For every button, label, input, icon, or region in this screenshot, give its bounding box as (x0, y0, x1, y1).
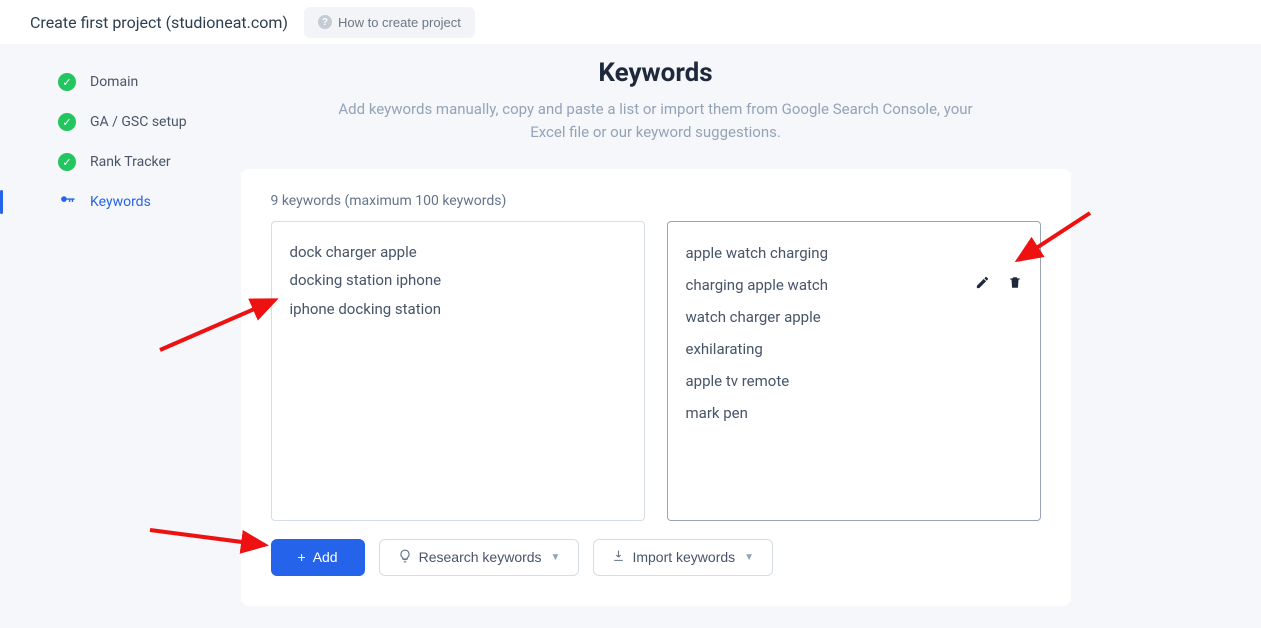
keyword-row[interactable]: charging apple watch (686, 270, 1022, 302)
keyword-list-panel: apple watch charging charging apple watch… (667, 221, 1041, 521)
sidebar-item-rank-tracker[interactable]: ✓ Rank Tracker (58, 142, 230, 182)
chevron-down-icon: ▼ (744, 552, 754, 563)
keyword-text: charging apple watch (686, 271, 829, 300)
check-icon: ✓ (58, 113, 76, 131)
key-icon (58, 192, 76, 213)
page-title: Create first project (studioneat.com) (30, 13, 288, 32)
add-label: Add (313, 549, 338, 565)
keywords-card: 9 keywords (maximum 100 keywords) dock c… (241, 169, 1071, 606)
sidebar-item-label: Keywords (90, 194, 151, 210)
help-button[interactable]: ? How to create project (304, 7, 475, 38)
keyword-input-line: docking station iphone (290, 266, 626, 295)
keyword-row[interactable]: apple tv remote (686, 366, 1022, 398)
sidebar-item-keywords[interactable]: Keywords (58, 182, 230, 222)
sidebar-item-domain[interactable]: ✓ Domain (58, 62, 230, 102)
keyword-text: apple tv remote (686, 367, 790, 396)
chevron-down-icon: ▼ (551, 552, 561, 563)
keyword-input-panel[interactable]: dock charger appledocking station iphone… (271, 221, 645, 521)
sidebar-item-label: Rank Tracker (90, 154, 171, 170)
sidebar-item-label: GA / GSC setup (90, 114, 187, 130)
help-label: How to create project (338, 15, 461, 30)
check-icon: ✓ (58, 73, 76, 91)
keyword-text: mark pen (686, 399, 748, 428)
research-label: Research keywords (419, 549, 542, 565)
import-keywords-button[interactable]: Import keywords ▼ (593, 539, 773, 576)
plus-icon: + (298, 549, 306, 565)
keyword-text: apple watch charging (686, 239, 829, 268)
keyword-row[interactable]: mark pen (686, 398, 1022, 430)
keyword-input-line: iphone docking station (290, 295, 626, 324)
topbar: Create first project (studioneat.com) ? … (0, 0, 1261, 44)
keyword-row-actions (975, 271, 1022, 300)
keyword-row[interactable]: watch charger apple (686, 302, 1022, 334)
keyword-input-line: dock charger apple (290, 238, 626, 267)
edit-icon[interactable] (975, 271, 990, 300)
sidebar-item-label: Domain (90, 74, 138, 90)
research-keywords-button[interactable]: Research keywords ▼ (379, 539, 580, 576)
delete-icon[interactable] (1008, 271, 1022, 300)
keyword-text: watch charger apple (686, 303, 821, 332)
section-heading: Keywords (598, 58, 712, 88)
main-panel: Keywords Add keywords manually, copy and… (230, 52, 1261, 606)
sidebar-item-ga-gsc-setup[interactable]: ✓ GA / GSC setup (58, 102, 230, 142)
import-label: Import keywords (632, 549, 735, 565)
keyword-row[interactable]: apple watch charging (686, 238, 1022, 270)
keyword-text: exhilarating (686, 335, 763, 364)
action-buttons: + Add Research keywords ▼ Import keyword… (271, 539, 1041, 576)
add-button[interactable]: + Add (271, 539, 365, 576)
question-icon: ? (318, 15, 332, 29)
keyword-row[interactable]: exhilarating (686, 334, 1022, 366)
keyword-count-label: 9 keywords (maximum 100 keywords) (271, 193, 1041, 209)
sidebar: ✓ Domain ✓ GA / GSC setup ✓ Rank Tracker Keywo… (0, 52, 230, 606)
download-icon (612, 549, 625, 565)
section-subheading: Add keywords manually, copy and paste a … (336, 98, 976, 145)
check-icon: ✓ (58, 153, 76, 171)
bulb-icon (398, 549, 412, 566)
